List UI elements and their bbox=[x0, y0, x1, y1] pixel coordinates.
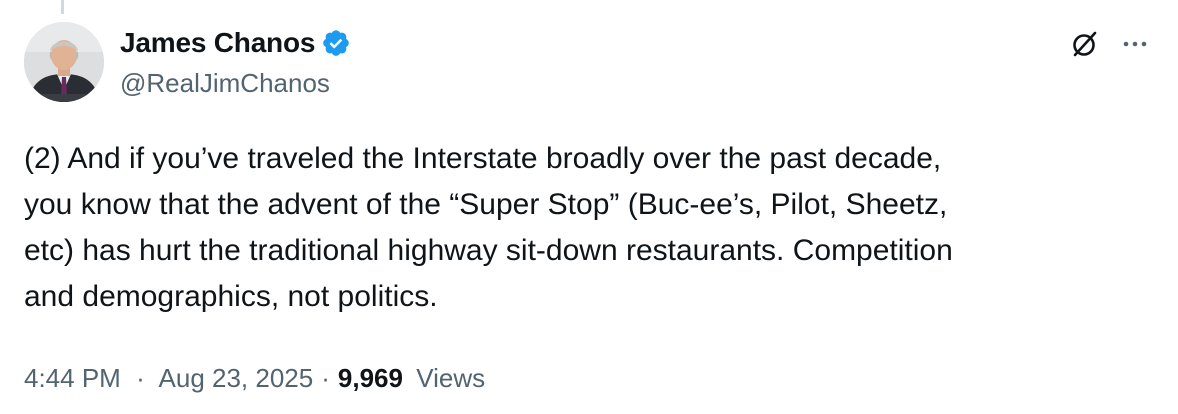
author-name-row: James Chanos bbox=[120, 24, 351, 62]
more-options-button[interactable] bbox=[1115, 24, 1155, 64]
views-link[interactable]: 9,969 Views bbox=[338, 358, 485, 398]
avatar[interactable] bbox=[24, 22, 104, 102]
tweet-text: (2) And if you’ve traveled the Interstat… bbox=[24, 142, 953, 313]
verified-badge-icon[interactable] bbox=[321, 28, 351, 58]
tweet-date: Aug 23, 2025 bbox=[158, 363, 314, 393]
thread-connector-line bbox=[61, 0, 64, 14]
views-label: Views bbox=[416, 363, 486, 393]
meta-separator: · bbox=[136, 363, 145, 393]
tweet-timestamp-link[interactable]: 4:44 PM · Aug 23, 2025 bbox=[24, 358, 313, 398]
grok-icon bbox=[1073, 31, 1097, 57]
grok-button[interactable] bbox=[1065, 24, 1105, 64]
meta-separator: · bbox=[321, 363, 330, 393]
more-icon bbox=[1123, 41, 1147, 47]
avatar-image bbox=[24, 22, 104, 102]
views-count: 9,969 bbox=[337, 363, 403, 393]
author-handle[interactable]: @RealJimChanos bbox=[120, 66, 330, 100]
author-display-name[interactable]: James Chanos bbox=[120, 27, 315, 59]
tweet-meta: 4:44 PM · Aug 23, 2025 · 9,969 Views bbox=[24, 358, 485, 398]
tweet-time: 4:44 PM bbox=[24, 363, 121, 393]
